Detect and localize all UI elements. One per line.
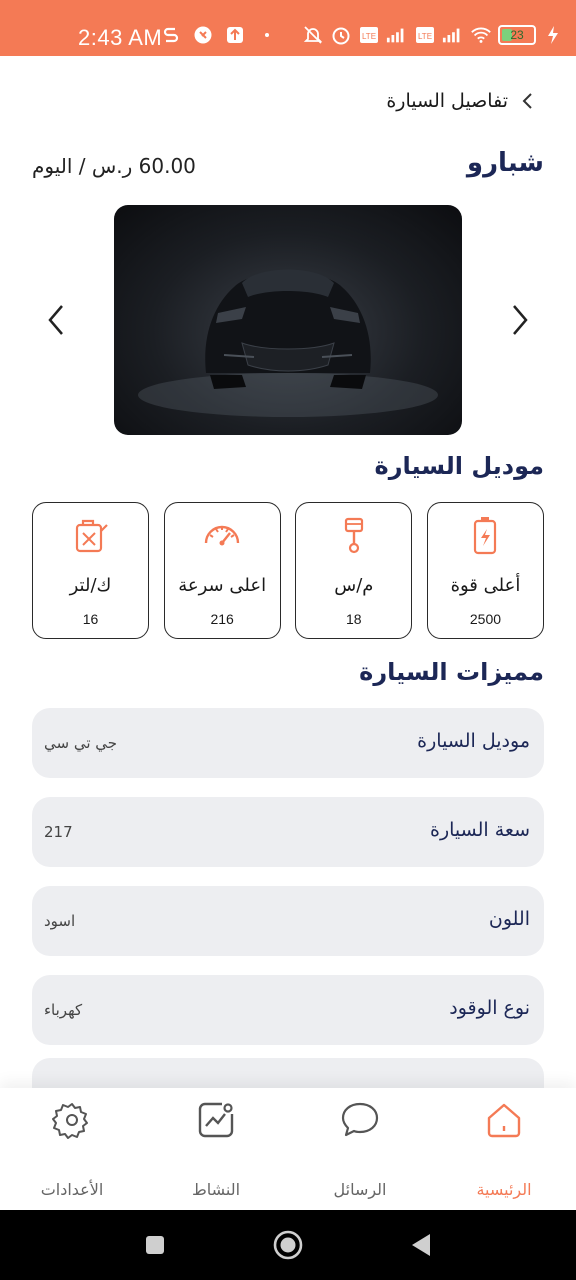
fuel-can-icon xyxy=(71,515,111,555)
feature-row: اللون اسود xyxy=(32,886,544,956)
status-time: 2:43 AM xyxy=(78,25,163,50)
recents-button[interactable] xyxy=(138,1228,172,1262)
feature-row: نوع الوقود كهرباء xyxy=(32,975,544,1045)
nav-item-settings[interactable]: الأعدادات xyxy=(0,1088,144,1210)
svg-text:LTE: LTE xyxy=(418,32,432,41)
gear-icon xyxy=(52,1100,92,1140)
spec-value: 216 xyxy=(210,611,234,627)
spec-label: م/س xyxy=(334,575,374,596)
speedometer-icon xyxy=(202,515,242,555)
svg-text:LTE: LTE xyxy=(362,32,376,41)
feature-key: نوع الوقود xyxy=(449,997,530,1019)
spec-value: 2500 xyxy=(469,611,502,627)
charging-icon xyxy=(542,24,564,46)
nav-label: الرسائل xyxy=(333,1180,387,1199)
signal-icon xyxy=(386,24,408,46)
spec-card-rpm: م/س 18 xyxy=(295,502,413,639)
spec-label: أعلى قوة xyxy=(450,575,521,596)
alarm-icon xyxy=(330,24,352,46)
features-section-title: مميزات السيارة xyxy=(359,658,544,686)
battery-level: 23 xyxy=(510,28,524,42)
activity-icon xyxy=(196,1100,236,1140)
wifi-icon xyxy=(470,24,492,46)
feature-row: موديل السيارة جي تي سي xyxy=(32,708,544,778)
spec-value: 18 xyxy=(346,611,362,627)
spec-cards: ك/لتر 16 اعلى سرعة 216 م/س 18 أعلى قوة 2… xyxy=(32,502,544,639)
feature-value: كهرباء xyxy=(44,1001,83,1019)
feature-key: سعة السيارة xyxy=(430,819,530,841)
spec-value: 16 xyxy=(82,611,99,627)
home-icon xyxy=(484,1100,524,1140)
app-screen: 2:43 AM LTE LTE 23 تفاصيل السيارة شبارو … xyxy=(0,0,576,1280)
spec-card-power: أعلى قوة 2500 xyxy=(426,502,544,639)
alert-icon xyxy=(192,24,214,46)
home-button[interactable] xyxy=(271,1228,305,1262)
nav-label: النشاط xyxy=(191,1180,241,1199)
feature-value: 217 xyxy=(44,823,73,841)
battery-icon xyxy=(465,515,505,555)
piston-icon xyxy=(334,515,374,555)
mute-icon xyxy=(302,24,324,46)
chevron-left-icon[interactable] xyxy=(520,91,536,111)
android-nav-bar xyxy=(0,1210,576,1280)
spec-label: اعلى سرعة xyxy=(178,575,267,596)
back-button[interactable] xyxy=(404,1228,438,1262)
car-price: 60.00 ر.س / اليوم xyxy=(32,154,196,178)
upload-icon xyxy=(224,24,246,46)
feature-row: سعة السيارة 217 xyxy=(32,797,544,867)
feature-value: جي تي سي xyxy=(44,734,118,752)
previous-image-arrow[interactable] xyxy=(44,300,68,340)
dot-icon xyxy=(256,24,278,46)
next-image-arrow[interactable] xyxy=(508,300,532,340)
feature-key: موديل السيارة xyxy=(417,730,530,752)
volte-icon: LTE xyxy=(414,24,436,46)
spec-label: ك/لتر xyxy=(69,575,112,596)
sports-car-image xyxy=(114,205,462,435)
chat-icon xyxy=(340,1100,380,1140)
status-bar: 2:43 AM LTE LTE 23 xyxy=(0,0,576,56)
spec-card-top-speed: اعلى سرعة 216 xyxy=(163,502,281,639)
nav-label: الرئيسية xyxy=(476,1180,532,1199)
s-icon xyxy=(160,24,182,46)
status-left-icons xyxy=(160,24,278,46)
page-header: تفاصيل السيارة xyxy=(386,90,536,112)
car-name: شبارو xyxy=(466,148,544,178)
bottom-nav: الأعدادات النشاط الرسائل الرئيسية xyxy=(0,1088,576,1210)
page-title: تفاصيل السيارة xyxy=(386,90,508,112)
nav-item-messages[interactable]: الرسائل xyxy=(288,1088,432,1210)
signal-icon xyxy=(442,24,464,46)
feature-key: اللون xyxy=(488,908,530,930)
nav-label: الأعدادات xyxy=(40,1180,104,1199)
spec-card-fuel: ك/لتر 16 xyxy=(32,502,149,639)
battery-icon: 23 xyxy=(498,25,536,45)
nav-item-activity[interactable]: النشاط xyxy=(144,1088,288,1210)
feature-value: اسود xyxy=(44,912,76,930)
nav-item-home[interactable]: الرئيسية xyxy=(432,1088,576,1210)
model-section-title: موديل السيارة xyxy=(374,452,544,480)
status-right-icons: LTE LTE 23 xyxy=(302,24,564,46)
volte-icon: LTE xyxy=(358,24,380,46)
